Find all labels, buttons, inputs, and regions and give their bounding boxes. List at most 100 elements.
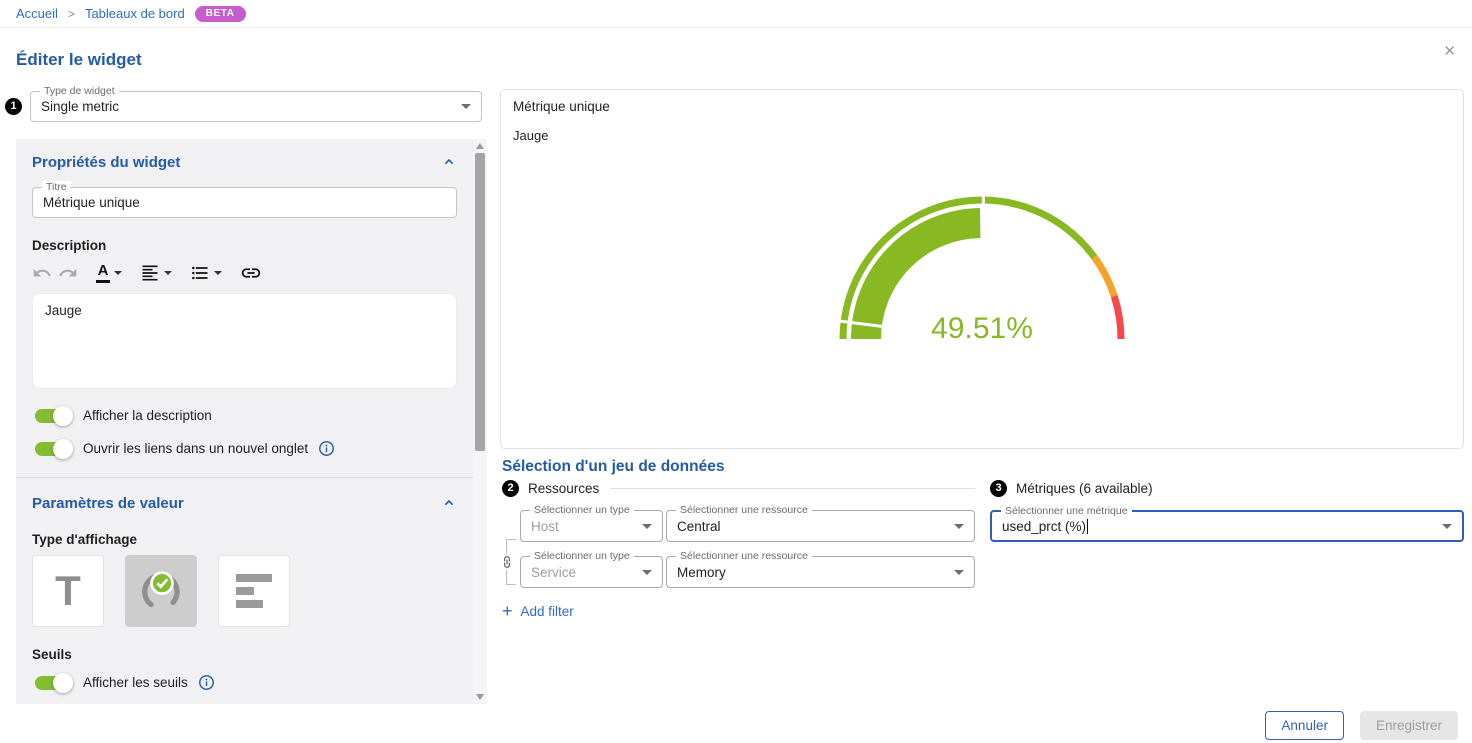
value-settings-section-header: Paramètres de valeur	[32, 494, 457, 512]
metric-select[interactable]: Sélectionner une métrique used_prct (%)	[990, 510, 1464, 542]
widget-preview: Métrique unique Jauge 49.51%	[500, 89, 1464, 449]
resource-row: Sélectionner un type Service Sélectionne…	[520, 556, 975, 588]
chevron-down-icon	[164, 271, 172, 275]
step-1-badge: 1	[5, 98, 22, 115]
richtext-toolbar: A	[32, 261, 457, 285]
metrics-header: 3 Métriques (6 available)	[990, 479, 1464, 497]
insert-link-icon[interactable]	[240, 262, 262, 284]
breadcrumb: Accueil > Tableaux de bord BETA	[0, 0, 1472, 27]
widget-type-label: Type de widget	[40, 85, 119, 98]
show-description-toggle-row: Afficher la description	[32, 405, 457, 426]
save-button[interactable]: Enregistrer	[1360, 711, 1458, 740]
title-field-value: Métrique unique	[43, 195, 140, 210]
resource-label: Sélectionner une ressource	[676, 504, 812, 517]
step-3-badge: 3	[990, 480, 1007, 497]
resource-type-value: Host	[531, 519, 559, 534]
resource-type-select[interactable]: Sélectionner un type Service	[520, 556, 663, 588]
chevron-down-icon	[642, 570, 652, 575]
footer-actions: Annuler Enregistrer	[1265, 711, 1458, 740]
scrollbar-thumb[interactable]	[475, 153, 485, 451]
resource-row: Sélectionner un type Host Sélectionner u…	[520, 510, 975, 542]
breadcrumb-home-link[interactable]: Accueil	[16, 6, 58, 21]
preview-description: Jauge	[513, 128, 1451, 143]
resource-type-select[interactable]: Sélectionner un type Host	[520, 510, 663, 542]
page-title: Éditer le widget	[16, 50, 142, 70]
chevron-down-icon	[114, 271, 122, 275]
show-thresholds-label: Afficher les seuils	[83, 675, 188, 690]
undo-icon[interactable]	[32, 263, 52, 283]
scroll-up-icon[interactable]	[476, 143, 484, 149]
description-textarea[interactable]: Jauge	[32, 293, 457, 389]
show-description-toggle[interactable]	[35, 409, 69, 423]
widget-type-select[interactable]: Type de widget Single metric	[30, 91, 482, 122]
metrics-label: Métriques (6 available)	[1016, 481, 1153, 496]
show-thresholds-toggle[interactable]	[35, 676, 69, 690]
open-links-toggle[interactable]	[35, 442, 69, 456]
resource-select[interactable]: Sélectionner une ressource Central	[666, 510, 975, 542]
widget-editor-panel: Éditer le widget ✕ 1 Type de widget Sing…	[0, 27, 1472, 743]
align-left-icon[interactable]	[140, 263, 172, 283]
title-field[interactable]: Titre Métrique unique	[32, 187, 457, 218]
dataset-heading: Sélection d'un jeu de données	[502, 458, 724, 476]
resource-select[interactable]: Sélectionner une ressource Memory	[666, 556, 975, 588]
open-links-toggle-row: Ouvrir les liens dans un nouvel onglet	[32, 438, 457, 459]
beta-badge: BETA	[195, 6, 246, 22]
description-label: Description	[32, 238, 457, 253]
text-color-icon[interactable]: A	[96, 263, 122, 283]
widget-type-row: 1 Type de widget Single metric	[5, 91, 482, 122]
resources-label: Ressources	[528, 481, 599, 496]
add-filter-button[interactable]: + Add filter	[502, 602, 975, 620]
metrics-block: 3 Métriques (6 available) Sélectionner u…	[990, 479, 1464, 542]
info-icon[interactable]	[198, 674, 215, 691]
display-type-gauge-button[interactable]	[125, 555, 197, 627]
info-icon[interactable]	[318, 440, 335, 457]
resource-value: Memory	[677, 565, 726, 580]
breadcrumb-separator: >	[68, 7, 75, 21]
text-display-icon: T	[55, 570, 81, 612]
bar-chart-display-icon	[236, 574, 272, 608]
open-links-label: Ouvrir les liens dans un nouvel onglet	[83, 441, 308, 456]
thresholds-label: Seuils	[32, 647, 457, 662]
chevron-down-icon	[1442, 524, 1452, 529]
redo-icon[interactable]	[58, 263, 78, 283]
properties-section-header: Propriétés du widget	[32, 153, 457, 171]
close-icon[interactable]: ✕	[1443, 44, 1456, 59]
resource-rows: Sélectionner un type Host Sélectionner u…	[502, 510, 975, 588]
value-settings-heading: Paramètres de valeur	[32, 495, 184, 512]
display-type-bar-button[interactable]	[218, 555, 290, 627]
scrollbar[interactable]	[473, 139, 487, 704]
display-type-text-button[interactable]: T	[32, 555, 104, 627]
gauge-arc-warning	[1094, 257, 1114, 296]
gauge-wrap: 49.51%	[513, 187, 1451, 345]
show-description-label: Afficher la description	[83, 408, 212, 423]
resources-header: 2 Ressources	[502, 479, 975, 497]
header-divider	[610, 488, 975, 489]
chevron-down-icon	[954, 524, 964, 529]
cancel-button[interactable]: Annuler	[1265, 711, 1344, 740]
show-thresholds-toggle-row: Afficher les seuils	[32, 672, 457, 693]
breadcrumb-dashboards-link[interactable]: Tableaux de bord	[85, 6, 185, 21]
collapse-properties-icon[interactable]	[441, 154, 457, 170]
text-cursor	[1087, 519, 1088, 534]
preview-title: Métrique unique	[513, 99, 1451, 114]
chevron-down-icon	[461, 104, 471, 109]
display-type-label: Type d'affichage	[32, 532, 457, 547]
metric-select-label: Sélectionner une métrique	[1001, 505, 1132, 518]
text-color-glyph: A	[98, 263, 109, 278]
chevron-down-icon	[954, 570, 964, 575]
properties-heading: Propriétés du widget	[32, 154, 180, 171]
bulleted-list-icon[interactable]	[190, 263, 222, 283]
gauge-chart: 49.51%	[832, 187, 1132, 345]
display-type-options: T	[32, 555, 457, 627]
widget-type-value: Single metric	[41, 99, 119, 114]
metric-select-value: used_prct (%)	[1002, 519, 1086, 534]
gauge-display-icon	[138, 568, 184, 614]
section-divider	[16, 477, 473, 478]
collapse-value-settings-icon[interactable]	[441, 495, 457, 511]
resource-type-value: Service	[531, 565, 576, 580]
plus-icon: +	[502, 602, 513, 620]
title-field-label: Titre	[42, 181, 71, 194]
link-icon	[500, 554, 514, 570]
chevron-down-icon	[214, 271, 222, 275]
scroll-down-icon[interactable]	[476, 694, 484, 700]
